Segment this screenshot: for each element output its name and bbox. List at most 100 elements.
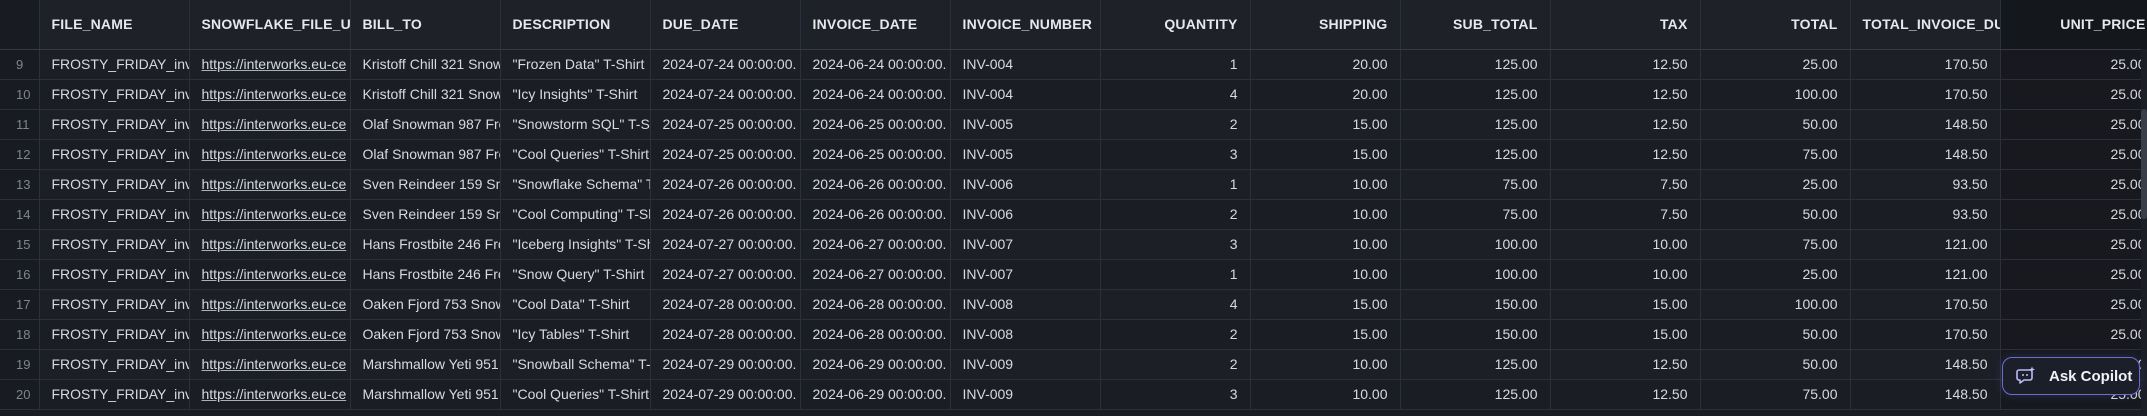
column-header-bill-to[interactable]: BILL_TO bbox=[350, 0, 501, 50]
table-row[interactable]: 20 FROSTY_FRIDAY_invoi https://interworks.… bbox=[0, 379, 2147, 410]
column-header-tax[interactable]: TAX bbox=[1550, 0, 1701, 50]
sub-total-cell[interactable]: 100.00 bbox=[1400, 259, 1551, 290]
description-cell[interactable]: "Cool Queries" T-Shirt bbox=[500, 379, 651, 410]
due-date-cell[interactable]: 2024-07-26 00:00:00. bbox=[650, 199, 801, 230]
unit-price-cell[interactable]: 25.00 bbox=[2000, 79, 2147, 110]
total-cell[interactable]: 75.00 bbox=[1700, 229, 1851, 260]
table-row[interactable]: 15 FROSTY_FRIDAY_invoi https://interworks.… bbox=[0, 229, 2147, 260]
ask-copilot-button[interactable]: Ask Copilot bbox=[2002, 357, 2140, 395]
description-cell[interactable]: "Frozen Data" T-Shirt bbox=[500, 49, 651, 80]
description-cell[interactable]: "Snowflake Schema" T bbox=[500, 169, 651, 200]
total-invoice-due-cell[interactable]: 93.50 bbox=[1850, 169, 2001, 200]
tax-cell[interactable]: 12.50 bbox=[1550, 49, 1701, 80]
unit-price-cell[interactable]: 25.00 bbox=[2000, 289, 2147, 320]
shipping-cell[interactable]: 10.00 bbox=[1250, 379, 1401, 410]
total-invoice-due-cell[interactable]: 148.50 bbox=[1850, 139, 2001, 170]
column-header-invoice-date[interactable]: INVOICE_DATE bbox=[800, 0, 951, 50]
sub-total-cell[interactable]: 125.00 bbox=[1400, 79, 1551, 110]
invoice-number-cell[interactable]: INV-008 bbox=[950, 289, 1101, 320]
invoice-number-cell[interactable]: INV-006 bbox=[950, 199, 1101, 230]
unit-price-cell[interactable]: 25.00 bbox=[2000, 229, 2147, 260]
total-invoice-due-cell[interactable]: 148.50 bbox=[1850, 349, 2001, 380]
total-cell[interactable]: 25.00 bbox=[1700, 169, 1851, 200]
vertical-scrollbar[interactable] bbox=[2141, 49, 2147, 416]
shipping-cell[interactable]: 15.00 bbox=[1250, 289, 1401, 320]
total-invoice-due-cell[interactable]: 121.00 bbox=[1850, 259, 2001, 290]
bill-to-cell[interactable]: Kristoff Chill 321 Snow bbox=[350, 49, 501, 80]
quantity-cell[interactable]: 3 bbox=[1100, 379, 1251, 410]
snowflake-file-url-cell[interactable]: https://interworks.eu-ce bbox=[189, 289, 351, 320]
quantity-cell[interactable]: 4 bbox=[1100, 79, 1251, 110]
invoice-date-cell[interactable]: 2024-06-25 00:00:00. bbox=[800, 139, 951, 170]
quantity-cell[interactable]: 2 bbox=[1100, 199, 1251, 230]
due-date-cell[interactable]: 2024-07-24 00:00:00. bbox=[650, 49, 801, 80]
sub-total-cell[interactable]: 125.00 bbox=[1400, 49, 1551, 80]
file-name-cell[interactable]: FROSTY_FRIDAY_invoi bbox=[39, 139, 190, 170]
description-cell[interactable]: "Icy Insights" T-Shirt bbox=[500, 79, 651, 110]
tax-cell[interactable]: 10.00 bbox=[1550, 229, 1701, 260]
total-invoice-due-cell[interactable]: 170.50 bbox=[1850, 79, 2001, 110]
table-row[interactable]: 13 FROSTY_FRIDAY_invoi https://interworks.… bbox=[0, 169, 2147, 200]
description-cell[interactable]: "Snowstorm SQL" T-Sh bbox=[500, 109, 651, 140]
scrollbar-thumb[interactable] bbox=[2141, 109, 2147, 219]
snowflake-file-url-cell[interactable]: https://interworks.eu-ce bbox=[189, 379, 351, 410]
quantity-cell[interactable]: 1 bbox=[1100, 259, 1251, 290]
file-name-cell[interactable]: FROSTY_FRIDAY_invoi bbox=[39, 379, 190, 410]
invoice-number-cell[interactable]: INV-005 bbox=[950, 139, 1101, 170]
snowflake-file-url-cell[interactable]: https://interworks.eu-ce bbox=[189, 259, 351, 290]
table-row[interactable]: 11 FROSTY_FRIDAY_invoi https://interworks.… bbox=[0, 109, 2147, 140]
table-row[interactable]: 12 FROSTY_FRIDAY_invoi https://interworks.… bbox=[0, 139, 2147, 170]
bill-to-cell[interactable]: Sven Reindeer 159 Snc bbox=[350, 199, 501, 230]
file-name-cell[interactable]: FROSTY_FRIDAY_invoi bbox=[39, 79, 190, 110]
invoice-number-cell[interactable]: INV-008 bbox=[950, 319, 1101, 350]
tax-cell[interactable]: 12.50 bbox=[1550, 139, 1701, 170]
due-date-cell[interactable]: 2024-07-27 00:00:00. bbox=[650, 259, 801, 290]
description-cell[interactable]: "Icy Tables" T-Shirt bbox=[500, 319, 651, 350]
bill-to-cell[interactable]: Olaf Snowman 987 Fro bbox=[350, 109, 501, 140]
column-header-sub-total[interactable]: SUB_TOTAL bbox=[1400, 0, 1551, 50]
invoice-number-cell[interactable]: INV-007 bbox=[950, 229, 1101, 260]
due-date-cell[interactable]: 2024-07-29 00:00:00. bbox=[650, 379, 801, 410]
file-name-cell[interactable]: FROSTY_FRIDAY_invoi bbox=[39, 199, 190, 230]
unit-price-cell[interactable]: 25.00 bbox=[2000, 109, 2147, 140]
invoice-number-cell[interactable]: INV-009 bbox=[950, 379, 1101, 410]
invoice-date-cell[interactable]: 2024-06-29 00:00:00. bbox=[800, 379, 951, 410]
total-invoice-due-cell[interactable]: 170.50 bbox=[1850, 49, 2001, 80]
due-date-cell[interactable]: 2024-07-25 00:00:00. bbox=[650, 139, 801, 170]
total-cell[interactable]: 50.00 bbox=[1700, 109, 1851, 140]
description-cell[interactable]: "Snow Query" T-Shirt bbox=[500, 259, 651, 290]
column-header-rownum[interactable] bbox=[0, 0, 40, 50]
tax-cell[interactable]: 15.00 bbox=[1550, 319, 1701, 350]
bill-to-cell[interactable]: Sven Reindeer 159 Snc bbox=[350, 169, 501, 200]
sub-total-cell[interactable]: 100.00 bbox=[1400, 229, 1551, 260]
invoice-date-cell[interactable]: 2024-06-28 00:00:00. bbox=[800, 289, 951, 320]
file-name-cell[interactable]: FROSTY_FRIDAY_invoi bbox=[39, 319, 190, 350]
snowflake-file-url-cell[interactable]: https://interworks.eu-ce bbox=[189, 319, 351, 350]
shipping-cell[interactable]: 10.00 bbox=[1250, 259, 1401, 290]
bill-to-cell[interactable]: Marshmallow Yeti 951 bbox=[350, 379, 501, 410]
total-invoice-due-cell[interactable]: 170.50 bbox=[1850, 289, 2001, 320]
column-header-total-invoice-due[interactable]: TOTAL_INVOICE_DUE bbox=[1850, 0, 2001, 50]
invoice-date-cell[interactable]: 2024-06-27 00:00:00. bbox=[800, 259, 951, 290]
total-cell[interactable]: 25.00 bbox=[1700, 259, 1851, 290]
unit-price-cell[interactable]: 25.00 bbox=[2000, 259, 2147, 290]
shipping-cell[interactable]: 10.00 bbox=[1250, 349, 1401, 380]
snowflake-file-url-cell[interactable]: https://interworks.eu-ce bbox=[189, 109, 351, 140]
shipping-cell[interactable]: 15.00 bbox=[1250, 109, 1401, 140]
file-name-cell[interactable]: FROSTY_FRIDAY_invoi bbox=[39, 169, 190, 200]
invoice-date-cell[interactable]: 2024-06-27 00:00:00. bbox=[800, 229, 951, 260]
shipping-cell[interactable]: 15.00 bbox=[1250, 319, 1401, 350]
quantity-cell[interactable]: 1 bbox=[1100, 49, 1251, 80]
bill-to-cell[interactable]: Oaken Fjord 753 Snow bbox=[350, 319, 501, 350]
quantity-cell[interactable]: 4 bbox=[1100, 289, 1251, 320]
file-name-cell[interactable]: FROSTY_FRIDAY_invoi bbox=[39, 229, 190, 260]
snowflake-file-url-cell[interactable]: https://interworks.eu-ce bbox=[189, 199, 351, 230]
total-cell[interactable]: 75.00 bbox=[1700, 379, 1851, 410]
unit-price-cell[interactable]: 25.00 bbox=[2000, 49, 2147, 80]
total-invoice-due-cell[interactable]: 93.50 bbox=[1850, 199, 2001, 230]
snowflake-file-url-cell[interactable]: https://interworks.eu-ce bbox=[189, 79, 351, 110]
file-name-cell[interactable]: FROSTY_FRIDAY_invoi bbox=[39, 49, 190, 80]
snowflake-file-url-cell[interactable]: https://interworks.eu-ce bbox=[189, 229, 351, 260]
quantity-cell[interactable]: 2 bbox=[1100, 109, 1251, 140]
due-date-cell[interactable]: 2024-07-24 00:00:00. bbox=[650, 79, 801, 110]
